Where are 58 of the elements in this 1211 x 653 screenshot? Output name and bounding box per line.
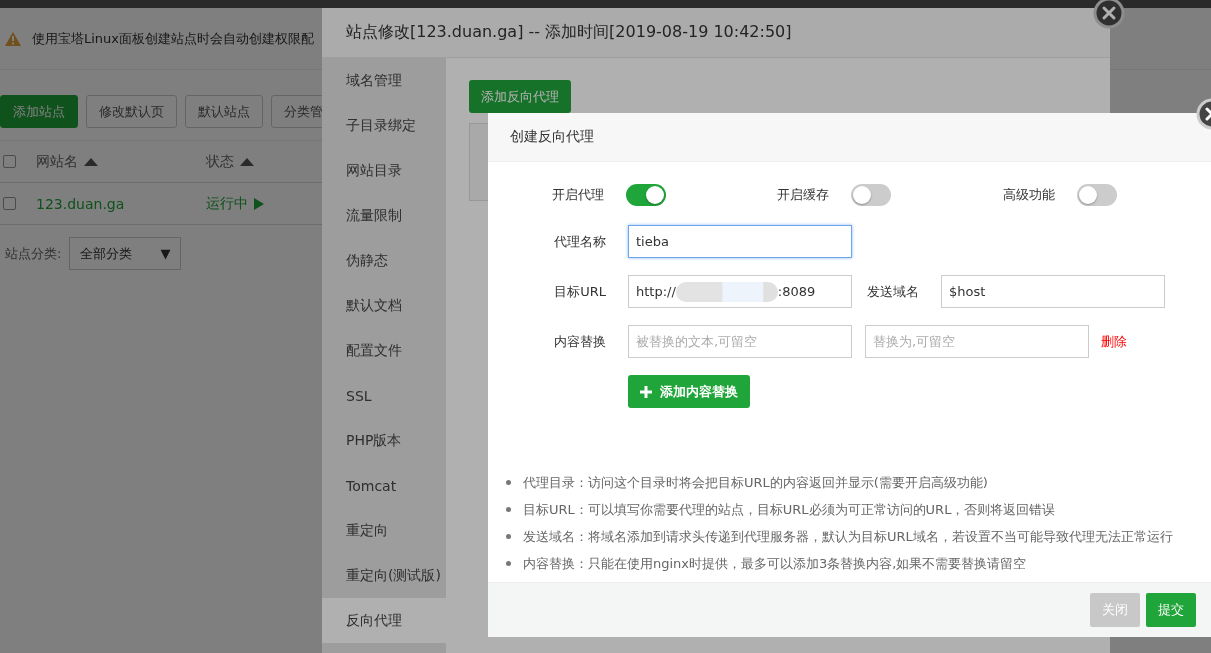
status-text: 运行中 [206, 194, 248, 213]
name-field[interactable]: tieba [628, 225, 852, 258]
add-proxy-button[interactable]: 添加反向代理 [469, 80, 571, 113]
play-icon[interactable] [254, 197, 264, 210]
menu-item[interactable]: 网站目录 [322, 148, 446, 193]
menu-item[interactable]: 配置文件 [322, 328, 446, 373]
column-header[interactable]: 网站名 [36, 152, 78, 171]
help-note: 发送域名：将域名添加到请求头传递到代理服务器，默认为目标URL域名，若设置不当可能导致代理无法正常运行 [523, 527, 1173, 546]
bullet-icon [506, 480, 511, 485]
plus-icon [640, 385, 652, 398]
add-replace-button[interactable]: 添加内容替换 [628, 375, 750, 408]
sort-icon[interactable] [240, 157, 254, 166]
replace-to-field[interactable]: 替换为,可留空 [865, 325, 1089, 358]
dialog-title: 站点修改[123.duan.ga] -- 添加时间[2019-08-19 10:42:50] [322, 8, 1110, 58]
help-note: 代理目录：访问这个目录时将会把目标URL的内容返回并显示(需要开启高级功能) [523, 473, 988, 492]
url-text: :8089 [777, 284, 816, 299]
menu-item[interactable]: 反向代理 [322, 598, 446, 643]
switch-label: 高级功能 [1002, 186, 1055, 204]
toolbar-button[interactable]: 修改默认页 [86, 95, 177, 128]
menu-item[interactable]: PHP版本 [322, 418, 446, 463]
menu-item[interactable]: 重定向 [322, 508, 446, 553]
help-note: 目标URL：可以填写你需要代理的站点，目标URL必须为可正常访问的URL，否则将返回错误 [523, 500, 1056, 519]
replace-from-field[interactable]: 被替换的文本,可留空 [628, 325, 852, 358]
url-field[interactable]: http:// :8089 [628, 275, 852, 308]
bullet-icon [506, 561, 511, 566]
submit-button[interactable]: 提交 [1146, 593, 1196, 627]
close-icon[interactable] [1093, 0, 1125, 29]
help-note: 内容替换：只能在使用nginx时提供，最多可以添加3条替换内容,如果不需要替换请留空 [523, 554, 1027, 573]
switch-label: 开启代理 [552, 186, 604, 204]
category-label: 站点分类: [5, 244, 62, 263]
dialog-title: 创建反向代理 [488, 113, 1211, 162]
field-label: 代理名称 [553, 232, 607, 251]
delete-link[interactable]: 删除 [1101, 332, 1127, 351]
notice-text: 使用宝塔Linux面板创建站点时会自动创建权限配 [32, 29, 315, 48]
menu-item[interactable]: Tomcat [322, 463, 446, 508]
checkbox[interactable] [3, 197, 16, 210]
column-header[interactable]: 状态 [206, 152, 234, 171]
menu-item[interactable]: 重定向(测试版) [322, 553, 446, 598]
menu-item[interactable]: 伪静态 [322, 238, 446, 283]
field-label: 内容替换 [553, 332, 607, 351]
category-select[interactable]: 全部分类 ▼ [69, 237, 182, 270]
menu-item[interactable]: SSL [322, 373, 446, 418]
toggle-switch[interactable] [1076, 184, 1117, 206]
switch-label: 开启缓存 [777, 186, 830, 204]
field-label: 发送域名 [866, 282, 920, 301]
menu-item[interactable]: 流量限制 [322, 193, 446, 238]
toggle-switch[interactable] [851, 184, 892, 206]
url-text: http:// [636, 284, 676, 299]
sort-icon[interactable] [84, 157, 98, 166]
bullet-icon [506, 507, 511, 512]
bullet-icon [506, 534, 511, 539]
host-field[interactable]: $host [941, 275, 1165, 308]
menu-item[interactable]: 默认文档 [322, 283, 446, 328]
field-label: 目标URL [553, 282, 607, 301]
checkbox[interactable] [3, 155, 16, 168]
toolbar-button[interactable]: 默认站点 [185, 95, 263, 128]
toggle-switch[interactable] [626, 184, 666, 206]
warning-icon [4, 30, 22, 47]
